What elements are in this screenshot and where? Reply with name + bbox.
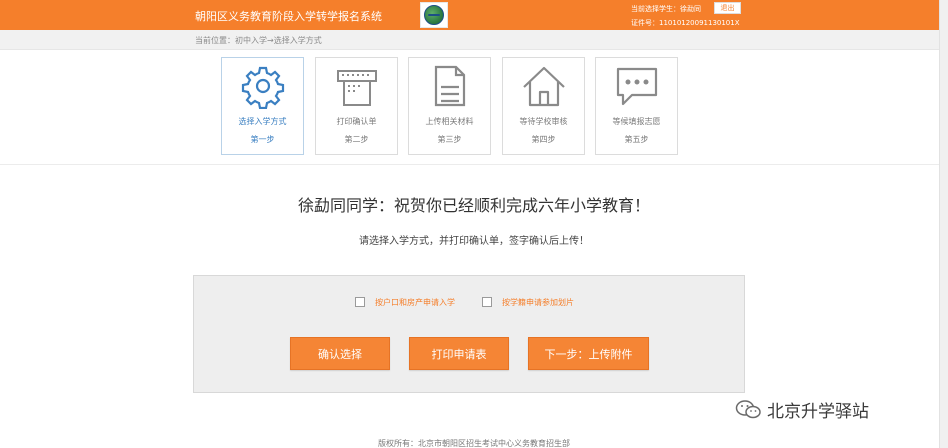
- globe-icon: [424, 5, 444, 25]
- document-icon: [434, 65, 466, 107]
- step-number: 第三步: [437, 135, 462, 144]
- step-number: 第四步: [531, 135, 556, 144]
- step-label: 等候填报志愿: [612, 117, 661, 126]
- instruction-text: 请选择入学方式，并打印确认单，签字确认后上传！: [359, 236, 589, 247]
- checkbox[interactable]: [482, 297, 492, 307]
- checkbox[interactable]: [355, 297, 365, 307]
- step-print-confirmation[interactable]: 打印确认单 第二步: [315, 57, 398, 155]
- step-school-review[interactable]: 等待学校审核 第四步: [502, 57, 585, 155]
- home-icon: [523, 66, 565, 107]
- step-label: 等待学校审核: [519, 117, 568, 126]
- gear-icon: [241, 66, 285, 109]
- footer-copyright: 版权所有：北京市朝阳区招生考试中心义务教育招生部: [378, 439, 570, 448]
- step-number: 第五步: [624, 135, 649, 144]
- next-upload-button[interactable]: 下一步：上传附件: [528, 337, 649, 370]
- step-fill-preference[interactable]: 等候填报志愿 第五步: [595, 57, 678, 155]
- watermark: 北京升学驿站: [735, 396, 869, 422]
- breadcrumb: 当前位置：初中入学→选择入学方式: [0, 30, 948, 50]
- step-label: 打印确认单: [336, 117, 377, 126]
- step-select-method[interactable]: 选择入学方式 第一步: [221, 57, 304, 155]
- step-label: 上传相关材料: [425, 117, 474, 126]
- logout-button[interactable]: 退出: [714, 2, 741, 14]
- step-upload-materials[interactable]: 上传相关材料 第三步: [408, 57, 491, 155]
- option-household-property[interactable]: 按户口和房产申请入学: [355, 296, 455, 308]
- certificate-number: 证件号：11010120091130101X: [631, 19, 740, 27]
- step-number: 第二步: [344, 135, 369, 144]
- option-school-registry[interactable]: 按学籍申请参加划片: [482, 296, 574, 308]
- system-title: 朝阳区义务教育阶段入学转学报名系统: [195, 10, 382, 23]
- enrollment-options-panel: 按户口和房产申请入学 按学籍申请参加划片 确认选择 打印申请表 下一步：上传附件: [193, 275, 745, 393]
- page: 朝阳区义务教育阶段入学转学报名系统 当前选择学生：徐勐同 退出 证件号：1101…: [0, 0, 948, 448]
- step-label: 选择入学方式: [238, 117, 287, 126]
- header: 朝阳区义务教育阶段入学转学报名系统 当前选择学生：徐勐同 退出 证件号：1101…: [0, 0, 948, 30]
- breadcrumb-text: 当前位置：初中入学→选择入学方式: [195, 36, 322, 45]
- congratulations-message: 徐勐同同学：祝贺你已经顺利完成六年小学教育！: [297, 196, 650, 215]
- confirm-selection-button[interactable]: 确认选择: [290, 337, 390, 370]
- step-number: 第一步: [250, 135, 275, 144]
- emblem-logo: [420, 2, 448, 28]
- print-application-button[interactable]: 打印申请表: [409, 337, 509, 370]
- section-divider: [0, 164, 948, 165]
- vertical-scrollbar[interactable]: [939, 0, 948, 448]
- option-label: 按户口和房产申请入学: [375, 297, 455, 307]
- printer-icon: [337, 70, 377, 106]
- watermark-text: 北京升学驿站: [767, 401, 869, 422]
- option-label: 按学籍申请参加划片: [502, 297, 574, 307]
- wechat-icon: [735, 400, 761, 419]
- chat-icon: [616, 67, 658, 106]
- current-student: 当前选择学生：徐勐同: [631, 5, 701, 13]
